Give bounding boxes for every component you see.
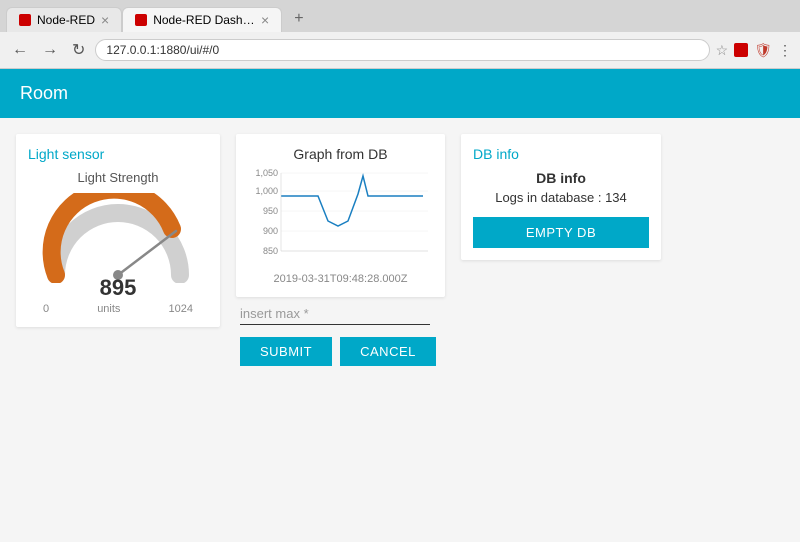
- svg-text:950: 950: [263, 206, 278, 216]
- graph-title: Graph from DB: [248, 146, 433, 162]
- gauge-unit: units: [97, 303, 120, 315]
- submit-button[interactable]: SUBMIT: [240, 337, 332, 366]
- tab-label-1: Node-RED: [37, 13, 95, 27]
- light-sensor-panel: Light sensor Light Strength 895: [16, 134, 220, 327]
- db-logs-count: Logs in database : 134: [473, 190, 649, 205]
- page-content: Room Light sensor Light Strength: [0, 69, 800, 382]
- gauge-value: 895: [100, 275, 137, 301]
- insert-max-input[interactable]: [240, 303, 430, 325]
- page-title: Room: [20, 83, 68, 103]
- db-info-section-title: DB info: [473, 146, 649, 162]
- toolbar-icons: ☆ 🛡 ⋮: [716, 42, 792, 59]
- form-area: SUBMIT CANCEL: [236, 303, 445, 366]
- extension-icon-2[interactable]: 🛡: [754, 42, 772, 59]
- address-bar-row: ← → ↻ ☆ 🛡 ⋮: [0, 32, 800, 68]
- menu-icon[interactable]: ⋮: [778, 42, 792, 59]
- extension-icon-1[interactable]: [734, 43, 748, 57]
- graph-svg: 1,050 1,000 950 900 850: [248, 166, 433, 266]
- bookmark-icon[interactable]: ☆: [716, 42, 729, 59]
- svg-text:850: 850: [263, 246, 278, 256]
- node-red-icon: [19, 14, 31, 26]
- gauge-container: Light Strength 895 0 units: [28, 170, 208, 315]
- gauge-svg: [38, 193, 198, 283]
- db-info-title: DB info: [473, 170, 649, 186]
- main-area: Light sensor Light Strength 895: [0, 118, 800, 382]
- tab-node-red-dash[interactable]: Node-RED Dashb... ×: [122, 7, 282, 32]
- graph-panel: Graph from DB 1,050 1,000 950 900 850: [236, 134, 445, 297]
- new-tab-button[interactable]: +: [286, 6, 311, 32]
- svg-text:1,050: 1,050: [255, 168, 278, 178]
- browser-chrome: Node-RED × Node-RED Dashb... × + ← → ↻ ☆…: [0, 0, 800, 69]
- address-bar-input[interactable]: [95, 39, 709, 61]
- empty-db-button[interactable]: EMPTY DB: [473, 217, 649, 248]
- node-red-dash-icon: [135, 14, 147, 26]
- gauge-max: 1024: [169, 303, 193, 315]
- gauge-scale: 0 units 1024: [43, 303, 193, 315]
- page-header: Room: [0, 69, 800, 118]
- refresh-button[interactable]: ↻: [68, 38, 89, 62]
- forward-button[interactable]: →: [38, 39, 62, 61]
- tab-label-2: Node-RED Dashb...: [153, 13, 255, 27]
- tab-node-red[interactable]: Node-RED ×: [6, 7, 122, 32]
- tab-bar: Node-RED × Node-RED Dashb... × +: [0, 0, 800, 32]
- svg-text:900: 900: [263, 226, 278, 236]
- graph-timestamp: 2019-03-31T09:48:28.000Z: [248, 273, 433, 285]
- db-info-panel: DB info DB info Logs in database : 134 E…: [461, 134, 661, 260]
- gauge-min: 0: [43, 303, 49, 315]
- back-button[interactable]: ←: [8, 39, 32, 61]
- gauge-label: Light Strength: [78, 170, 159, 185]
- graph-form-area: Graph from DB 1,050 1,000 950 900 850: [236, 134, 445, 366]
- cancel-button[interactable]: CANCEL: [340, 337, 436, 366]
- form-buttons: SUBMIT CANCEL: [240, 337, 445, 366]
- light-sensor-title: Light sensor: [28, 146, 208, 162]
- tab-close-2[interactable]: ×: [261, 12, 269, 28]
- tab-close-1[interactable]: ×: [101, 12, 109, 28]
- svg-text:1,000: 1,000: [255, 186, 278, 196]
